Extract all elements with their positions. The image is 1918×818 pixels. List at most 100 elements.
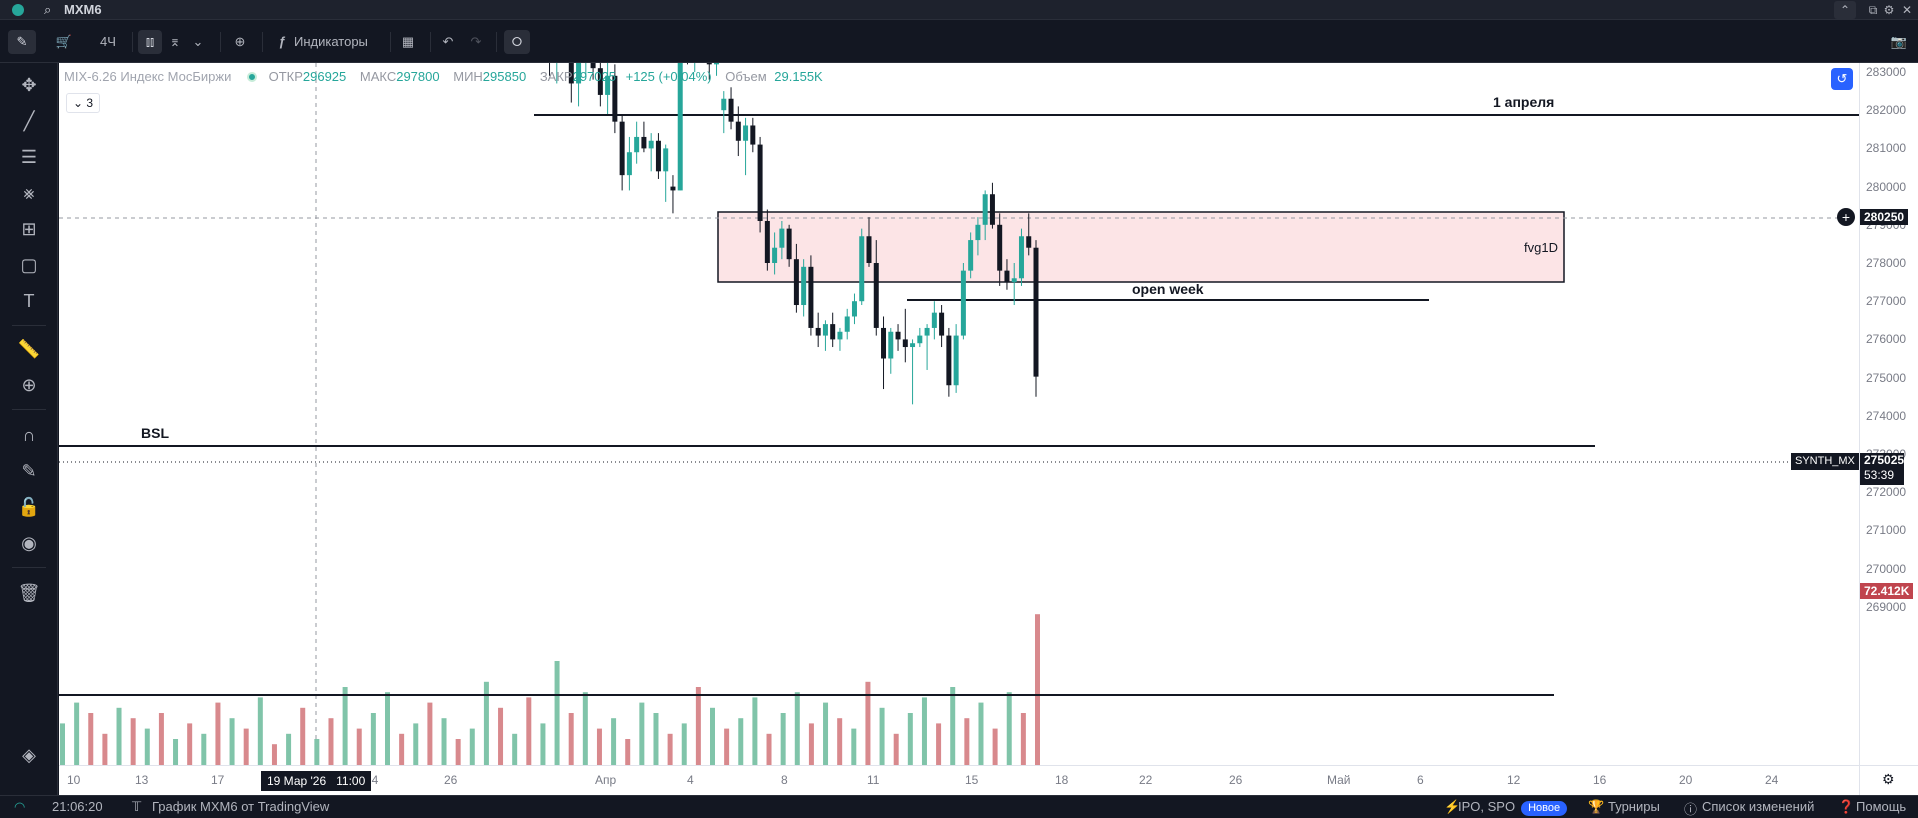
time-tick-label: 24: [1765, 773, 1779, 787]
candle: [830, 312, 836, 348]
crosshair-price-tag: 280250: [1860, 209, 1909, 225]
time-tick-label: 18: [1055, 773, 1069, 787]
trash-icon[interactable]: 🗑: [14, 579, 44, 607]
instrument-name[interactable]: MIX-6.26 Индекс МосБиржи: [64, 69, 231, 84]
symbol-search-ticker[interactable]: MXM6: [64, 2, 102, 17]
price-tick-label: 276000: [1866, 332, 1907, 347]
tradingview-logo-icon: 𝕋: [132, 799, 142, 814]
lock-icon[interactable]: 🔓: [14, 493, 44, 521]
volume-bar: [74, 702, 80, 765]
timeframe-button[interactable]: 4Ч: [92, 30, 124, 54]
candle-body: [670, 186, 676, 191]
volume-bar: [385, 692, 390, 765]
candle: [888, 327, 894, 374]
candle-body: [779, 228, 785, 248]
undo-icon[interactable]: ↶: [436, 30, 460, 54]
low-label: МИН: [453, 69, 483, 84]
volume-label: Объем: [725, 69, 767, 84]
candle-body: [982, 194, 988, 225]
changelog-link[interactable]: Список изменений: [1702, 799, 1814, 814]
chart-pane[interactable]: 1 апреля fvg1D open week BSL: [59, 63, 1859, 765]
zoom-in-icon[interactable]: ⊕: [14, 371, 44, 399]
indicators-button[interactable]: Индикаторы: [294, 30, 374, 54]
volume-bar: [427, 702, 433, 765]
replay-icon[interactable]: ⭘: [504, 30, 530, 54]
close-label: ЗАКР: [539, 69, 573, 84]
cart-icon[interactable]: 🛒: [50, 30, 78, 54]
add-compare-icon[interactable]: ⊕: [228, 30, 252, 54]
volume-bar: [653, 713, 659, 765]
candle: [655, 133, 661, 179]
volume-bar: [554, 661, 560, 765]
candle-body: [634, 136, 640, 153]
pencil-icon[interactable]: ✎: [8, 30, 36, 54]
time-tick-label: 17: [211, 773, 225, 787]
candle: [924, 324, 930, 370]
candle-body: [953, 335, 959, 386]
candle-body: [590, 63, 596, 69]
magnet-icon[interactable]: ∩: [14, 421, 44, 449]
shapes-icon[interactable]: ▢: [14, 251, 44, 279]
help-link[interactable]: Помощь: [1856, 799, 1906, 814]
chevron-down-icon[interactable]: ⌄: [188, 30, 208, 54]
volume-bar: [342, 687, 348, 765]
axis-settings-icon[interactable]: ⚙: [1859, 765, 1918, 795]
volume-bar: [907, 713, 913, 765]
time-tick-label: 15: [965, 773, 979, 787]
volume-bar: [893, 733, 899, 765]
redo-icon[interactable]: ↷: [464, 30, 488, 54]
price-tick-label: 278000: [1866, 256, 1907, 270]
trend-line-icon[interactable]: ╱: [14, 107, 44, 135]
low-value: 295850: [482, 69, 527, 84]
time-tick-label: 10: [67, 773, 81, 787]
chart-toolbar: ✎ 🛒 4Ч ⫾⫾ ⌆ ⌄ ⊕ ƒ Индикаторы ▦ ↶ ↷ ⭘ 📷: [0, 21, 1918, 63]
object-tree-button[interactable]: ↺: [1831, 68, 1853, 90]
volume-bar: [582, 692, 588, 765]
tournaments-link[interactable]: Турниры: [1608, 799, 1660, 814]
volume-bar: [568, 713, 574, 765]
crosshair-plus-icon[interactable]: +: [1837, 208, 1855, 226]
trophy-icon: 🏆: [1588, 799, 1605, 814]
camera-icon[interactable]: 📷: [1886, 30, 1912, 54]
text-tool-icon[interactable]: T: [14, 287, 44, 315]
indicators-collapse-toggle[interactable]: ⌄ 3: [66, 93, 101, 113]
eye-icon[interactable]: ◉: [14, 529, 44, 557]
price-chart[interactable]: [59, 63, 1859, 765]
crosshair-icon[interactable]: ✥: [14, 71, 44, 99]
candle: [851, 293, 857, 325]
candle-body: [728, 98, 734, 122]
volume-bar: [300, 707, 306, 765]
draw-mode-pencil-icon[interactable]: ✎: [14, 457, 44, 485]
layers-icon[interactable]: ◈: [14, 741, 44, 769]
candle: [881, 316, 887, 390]
volume-bar: [243, 728, 249, 765]
candle: [917, 327, 923, 348]
time-tick-label: 26: [1229, 773, 1243, 787]
volume-bar: [710, 707, 715, 765]
close-icon[interactable]: ✕: [1896, 1, 1918, 19]
fvg1d-zone[interactable]: [717, 211, 1565, 283]
volume-bar: [596, 728, 602, 765]
prediction-icon[interactable]: ⊞: [14, 215, 44, 243]
price-axis[interactable]: 2830002820002810002800002790002780002770…: [1859, 63, 1918, 765]
candle-body: [626, 152, 632, 176]
volume-bar: [794, 692, 800, 765]
candle-body: [1018, 236, 1024, 279]
chart-credit-link[interactable]: График MXM6 от TradingView: [152, 799, 329, 814]
indicators-icon[interactable]: ƒ: [272, 30, 292, 54]
volume-bar: [681, 723, 687, 765]
ipo-link[interactable]: IPO, SPO Новое: [1458, 799, 1568, 816]
open-label: ОТКР: [268, 69, 303, 84]
collapse-up-icon[interactable]: ⌃: [1834, 1, 1856, 19]
area-chart-icon[interactable]: ⌆: [164, 30, 186, 54]
fib-retracement-icon[interactable]: ☰: [14, 143, 44, 171]
volume-bar: [498, 707, 504, 765]
price-tick-label: 277000: [1866, 294, 1907, 309]
time-tick-label: 16: [1593, 773, 1607, 787]
layouts-grid-icon[interactable]: ▦: [396, 30, 420, 54]
candles-chart-type-icon[interactable]: ⫾⫾: [138, 30, 162, 54]
ruler-icon[interactable]: 📏: [14, 335, 44, 363]
search-icon[interactable]: ⌕: [44, 2, 51, 18]
price-tick-label: 270000: [1866, 561, 1907, 576]
pattern-icon[interactable]: ⨳: [14, 179, 44, 207]
